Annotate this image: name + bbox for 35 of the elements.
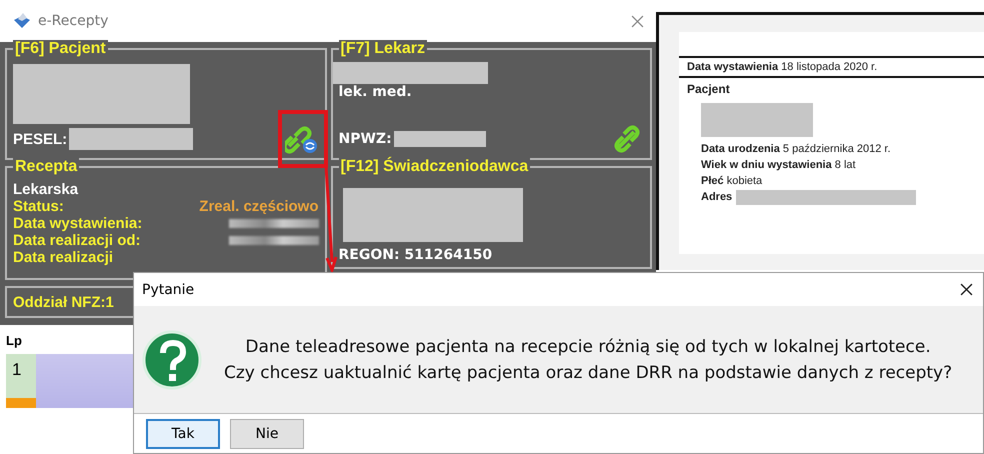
dialog-title: Pytanie [142, 282, 194, 298]
field-text: Płeć kobieta [701, 174, 762, 189]
npwz-label: NPWZ: [338, 131, 392, 147]
close-icon[interactable] [960, 283, 973, 296]
pesel-label: PESEL: [13, 130, 68, 148]
column-header: Lp [6, 333, 22, 348]
date-label: Data realizacji [13, 249, 114, 266]
nfz-label: Oddział NFZ:1 [13, 294, 115, 310]
status-label: Status: [13, 198, 64, 215]
issue-date: Data wystawienia 18 listopada 2020 r. [679, 56, 984, 78]
app-logo-icon [12, 11, 32, 31]
date-label: Data realizacji od: [13, 232, 141, 249]
field-text: Wiek w dniu wystawienia 8 lat [701, 158, 856, 173]
regon-label: REGON: 511264150 [338, 247, 494, 263]
dialog-message: Dane teleadresowe pacjenta na recepcie różnią się od tych w lokalnej kartotece. [245, 336, 931, 358]
panel-title: [F12] Świadczeniodawca [338, 158, 530, 176]
question-icon [142, 330, 202, 390]
dialog-message: Czy chcesz uaktualnić kartę pacjenta oraz dane DRR na podstawie danych z recepty? [224, 362, 952, 384]
field-text: Adres [701, 190, 732, 205]
dialog-button[interactable]: Tak [146, 418, 220, 448]
prescription-type: Lekarska [13, 182, 80, 198]
status-value: Zreal. częściowo [199, 198, 318, 215]
panel-title: [F6] Pacjent [13, 40, 108, 58]
status-stripe [6, 398, 36, 408]
link-sync-icon[interactable] [284, 124, 318, 154]
panel-title: [F7] Lekarz [338, 40, 427, 58]
field-text: Data urodzenia 5 października 2012 r. [701, 142, 891, 157]
section-heading: Pacjent [686, 81, 731, 98]
row-number: 1 [11, 360, 22, 380]
window-title: e-Recepty [38, 13, 110, 29]
panel-title: Recepta [13, 158, 80, 176]
date-label: Data wystawienia: [13, 215, 142, 232]
highlight-frame [278, 110, 328, 168]
doctor-degree: lek. med. [338, 84, 413, 100]
dialog-button[interactable]: Nie [230, 418, 304, 448]
